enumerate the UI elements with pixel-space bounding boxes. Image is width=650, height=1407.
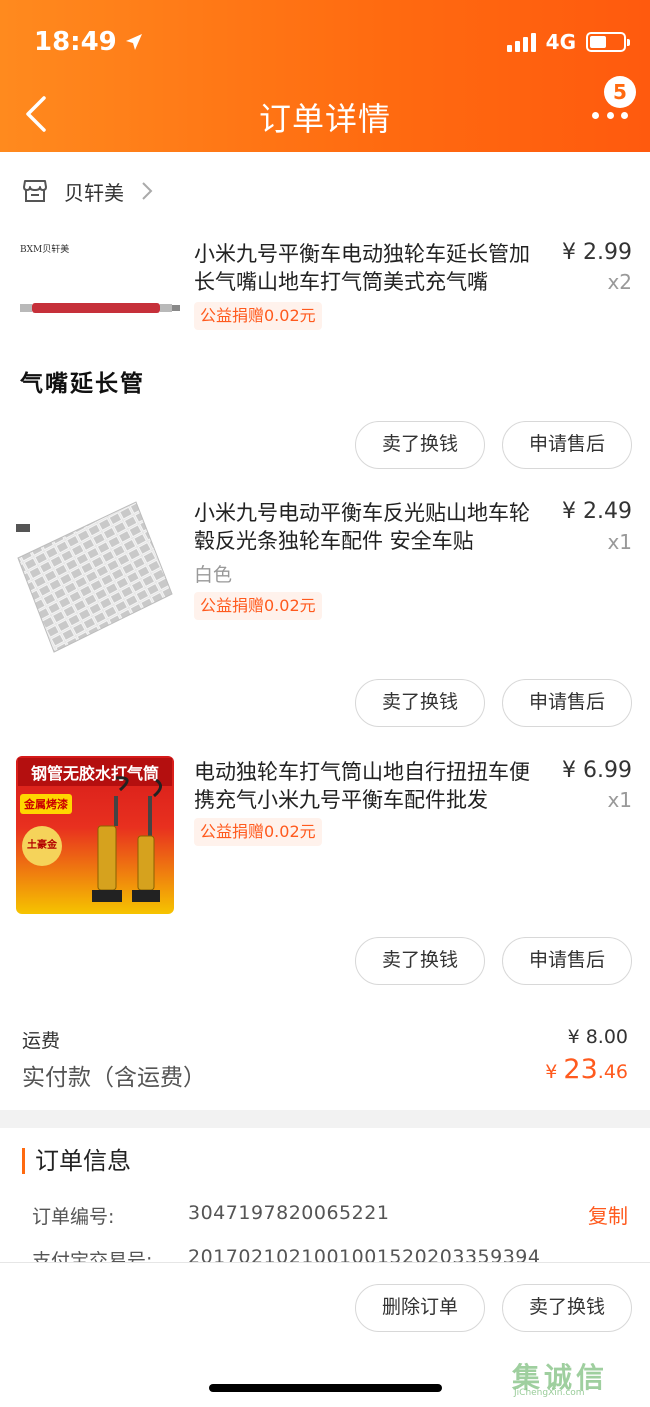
status-bar: 18:49 4G bbox=[34, 22, 630, 62]
paid-integer: 23 bbox=[563, 1054, 598, 1085]
order-info-title: 订单信息 bbox=[22, 1148, 131, 1174]
after-sale-button[interactable]: 申请售后 bbox=[502, 937, 632, 985]
section-divider bbox=[0, 1110, 650, 1128]
paid-amount: ¥ 23.46 bbox=[545, 1054, 628, 1085]
battery-icon bbox=[586, 32, 630, 52]
sell-button[interactable]: 卖了换钱 bbox=[355, 421, 485, 469]
thumb-brand: BXM贝轩美 bbox=[20, 245, 70, 255]
hose-caption: 气嘴延长管 bbox=[20, 370, 145, 397]
header: 18:49 4G 订单详情 5 bbox=[0, 0, 650, 152]
reflector-image bbox=[16, 501, 173, 653]
order-number-label: 订单编号: bbox=[32, 1206, 115, 1228]
home-indicator bbox=[209, 1384, 442, 1392]
status-right: 4G bbox=[506, 30, 630, 54]
product-image-extension-hose[interactable]: BXM贝轩美 气嘴延长管 bbox=[16, 238, 186, 398]
product-qty: x1 bbox=[607, 530, 632, 554]
pump-image bbox=[92, 776, 162, 902]
navbar: 订单详情 5 bbox=[0, 76, 650, 144]
more-icon[interactable] bbox=[592, 108, 628, 122]
shop-icon bbox=[23, 180, 47, 202]
product-price: ¥ 6.99 bbox=[562, 758, 632, 783]
product-title[interactable]: 电动独轮车打气筒山地自行扭扭车便携充气小米九号平衡车配件批发 bbox=[194, 758, 544, 814]
paid-decimal: .46 bbox=[597, 1061, 628, 1083]
time-text: 18:49 bbox=[34, 27, 117, 57]
page-title: 订单详情 bbox=[258, 100, 391, 138]
watermark-url: JiChengXin.com bbox=[514, 1388, 585, 1398]
delete-order-button[interactable]: 删除订单 bbox=[355, 1284, 485, 1332]
shipping-label: 运费 bbox=[22, 1030, 61, 1052]
order-number-value: 3047197820065221 bbox=[188, 1202, 390, 1224]
product-title[interactable]: 小米九号平衡车电动独轮车延长管加长气嘴山地车打气筒美式充气嘴 bbox=[194, 240, 544, 296]
product-qty: x2 bbox=[607, 270, 632, 294]
product-image-pump[interactable]: 钢管无胶水打气筒 金属烤漆 土豪金 bbox=[16, 756, 174, 914]
product-spec: 白色 bbox=[194, 564, 233, 586]
status-time: 18:49 bbox=[34, 27, 143, 57]
order-item-1[interactable] bbox=[0, 0, 650, 1]
location-arrow-icon bbox=[125, 34, 142, 50]
shop-name: 贝轩美 bbox=[64, 180, 124, 205]
chevron-right-icon bbox=[142, 182, 153, 200]
sell-button[interactable]: 卖了换钱 bbox=[355, 679, 485, 727]
after-sale-button[interactable]: 申请售后 bbox=[502, 421, 632, 469]
paid-label: 实付款（含运费） bbox=[22, 1065, 206, 1091]
sell-button[interactable]: 卖了换钱 bbox=[355, 937, 485, 985]
sell-button[interactable]: 卖了换钱 bbox=[502, 1284, 632, 1332]
copy-button[interactable]: 复制 bbox=[588, 1200, 628, 1229]
paid-currency: ¥ bbox=[545, 1061, 564, 1083]
watermark-logo: 集诚信 JiChengXin.com bbox=[512, 1356, 630, 1398]
charity-donation-badge: 公益捐赠0.02元 bbox=[194, 592, 322, 620]
message-count-badge: 5 bbox=[604, 76, 636, 108]
charity-donation-badge: 公益捐赠0.02元 bbox=[194, 818, 322, 846]
product-price: ¥ 2.49 bbox=[562, 499, 632, 524]
shipping-value: ¥ 8.00 bbox=[567, 1026, 628, 1048]
product-qty: x1 bbox=[607, 788, 632, 812]
signal-icon bbox=[506, 32, 536, 52]
charity-donation-badge: 公益捐赠0.02元 bbox=[194, 302, 322, 330]
hose-image bbox=[20, 303, 180, 313]
product-title[interactable]: 小米九号电动平衡车反光贴山地车轮毂反光条独轮车配件 安全车贴 bbox=[194, 499, 544, 555]
product-price: ¥ 2.99 bbox=[562, 240, 632, 265]
after-sale-button[interactable]: 申请售后 bbox=[502, 679, 632, 727]
network-label: 4G bbox=[545, 30, 576, 54]
shop-row[interactable]: 贝轩美 bbox=[22, 168, 154, 214]
product-image-reflector[interactable] bbox=[16, 498, 174, 656]
